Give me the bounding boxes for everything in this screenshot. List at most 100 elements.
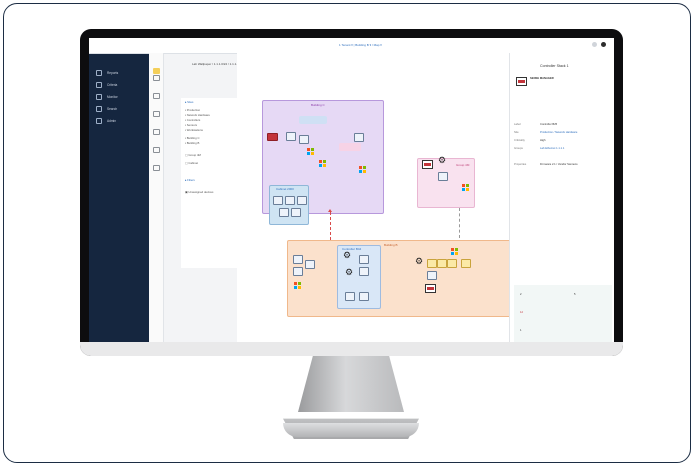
gear-icon[interactable]: ⚙ [343, 251, 351, 260]
sidebar-item-search[interactable]: Search [96, 106, 117, 112]
toolbar-button-4[interactable] [151, 129, 161, 137]
field-label: Site [514, 131, 519, 134]
tree-row[interactable]: ▪ Sensors [185, 123, 197, 127]
tree-row[interactable]: ▪ Building C [185, 136, 200, 140]
windows-icon[interactable] [451, 248, 458, 255]
device-node[interactable] [359, 267, 369, 276]
share-icon[interactable] [354, 133, 364, 142]
tree-row[interactable]: ▪ Workstations [185, 128, 203, 132]
panel-title: Controller Stack 1 [540, 64, 569, 68]
cabinet-node[interactable] [291, 208, 301, 217]
toolbar-button-2[interactable] [151, 93, 161, 101]
cabinet-node[interactable] [279, 208, 289, 217]
router-icon[interactable] [425, 284, 436, 293]
field-value[interactable]: Lab Ethernet 1.1.1.1 [540, 147, 564, 150]
field-value[interactable]: Production / Network Hardware [540, 131, 577, 134]
device-node[interactable] [359, 292, 369, 301]
folder-icon[interactable] [153, 68, 160, 74]
sidebar-item-monitor[interactable]: Monitor [96, 94, 118, 100]
toolbar-button-1[interactable] [151, 75, 161, 83]
device-node[interactable] [293, 255, 303, 264]
monitor-stand [298, 356, 404, 412]
gear-icon[interactable]: ⚙ [438, 156, 446, 165]
windows-icon[interactable] [307, 148, 314, 155]
tree-row[interactable]: ▪ Production [185, 108, 200, 112]
toolbar-button-5[interactable] [151, 147, 161, 155]
tree-header[interactable]: ▸ Sites [185, 100, 193, 104]
zone-orange[interactable]: Building B [287, 240, 511, 317]
zone-teal[interactable]: Cabinet 2000 [269, 185, 309, 225]
tree-row[interactable]: ▢ Cabinet [185, 161, 198, 165]
tree-row[interactable]: ▪ Network Hardware [185, 113, 210, 117]
device-node[interactable] [438, 172, 448, 181]
sidebar-item-reports[interactable]: Reports [96, 70, 118, 76]
top-nav[interactable]: 1 Tenant ▾ | Building B ▾ / Map ▾ [339, 43, 382, 47]
count-a: 2 [520, 293, 522, 296]
tree-panel: ▸ Sites ▪ Production ▪ Network Hardware … [181, 98, 238, 268]
device-node[interactable] [286, 132, 296, 141]
device-node[interactable] [345, 292, 355, 301]
device-node[interactable] [461, 259, 471, 268]
device-node[interactable] [427, 271, 437, 280]
sidebar-item-admin[interactable]: Admin [96, 118, 116, 124]
mini-map[interactable]: 2 5 12 1 [514, 285, 612, 343]
device-node[interactable] [293, 267, 303, 276]
tree-row[interactable]: ▣ Unassigned devices [185, 190, 213, 194]
cabinet-node[interactable] [297, 196, 307, 205]
grid-icon [152, 111, 160, 117]
tree-row[interactable]: ▪ Controllers [185, 118, 200, 122]
device-name: SENSE MANAGER [530, 77, 554, 80]
field-label: Properties [514, 163, 527, 166]
layer-icon [152, 75, 160, 81]
sidebar-item-criteria[interactable]: Criteria [96, 82, 117, 88]
count-b: 5 [574, 293, 576, 296]
monitor-chin [80, 342, 623, 356]
device-node[interactable] [447, 259, 457, 268]
monitor-icon [96, 94, 102, 100]
zone-label: Building B [384, 243, 398, 247]
toolbar-button-6[interactable] [151, 165, 161, 173]
zone-header-strip [299, 116, 327, 124]
tree-row[interactable]: ▢ Group 4M [185, 153, 201, 157]
router-icon[interactable] [422, 160, 433, 169]
zone-pink-tag [339, 143, 361, 151]
windows-icon[interactable] [462, 184, 469, 191]
details-panel: Controller Stack 1 SENSE MANAGER Label C… [509, 53, 614, 345]
export-icon [152, 165, 160, 171]
top-actions [592, 42, 606, 47]
cabinet-node[interactable] [285, 196, 295, 205]
report-icon [96, 70, 102, 76]
count-c: 12 [520, 311, 523, 314]
monitor-base-foot [283, 423, 419, 437]
search-icon [96, 106, 102, 112]
gear-icon[interactable]: ⚙ [345, 268, 353, 277]
toolbar-button-3[interactable] [151, 111, 161, 119]
device-node[interactable] [437, 259, 447, 268]
field-label: Groups [514, 147, 523, 150]
filter-icon [96, 82, 102, 88]
field-value: Controller B25 [540, 123, 558, 126]
tree-row[interactable]: ▪ Building B [185, 141, 199, 145]
router-icon[interactable] [267, 133, 278, 141]
cabinet-node[interactable] [273, 196, 283, 205]
device-node[interactable] [359, 255, 369, 264]
device-node[interactable] [305, 260, 315, 269]
device-node[interactable] [427, 259, 437, 268]
tree-header[interactable]: ▸ Filters [185, 178, 195, 182]
zone-label: Group 4M [456, 163, 470, 167]
settings-icon [152, 147, 160, 153]
field-label: Criticality [514, 139, 525, 142]
windows-icon[interactable] [359, 166, 366, 173]
user-avatar[interactable] [601, 42, 606, 47]
gear-icon[interactable]: ⚙ [415, 257, 423, 266]
device-node[interactable] [299, 135, 309, 144]
windows-icon[interactable] [319, 160, 326, 167]
app-screen: CYBER vision Reports Criteria Monitor Se… [89, 38, 614, 345]
connection-line [330, 212, 331, 240]
connection-line [459, 208, 460, 238]
field-value: High [540, 139, 546, 142]
help-icon[interactable] [592, 42, 597, 47]
sidebar: CYBER vision Reports Criteria Monitor Se… [89, 38, 149, 345]
windows-icon[interactable] [294, 282, 301, 289]
arrow-up-icon [328, 209, 332, 212]
